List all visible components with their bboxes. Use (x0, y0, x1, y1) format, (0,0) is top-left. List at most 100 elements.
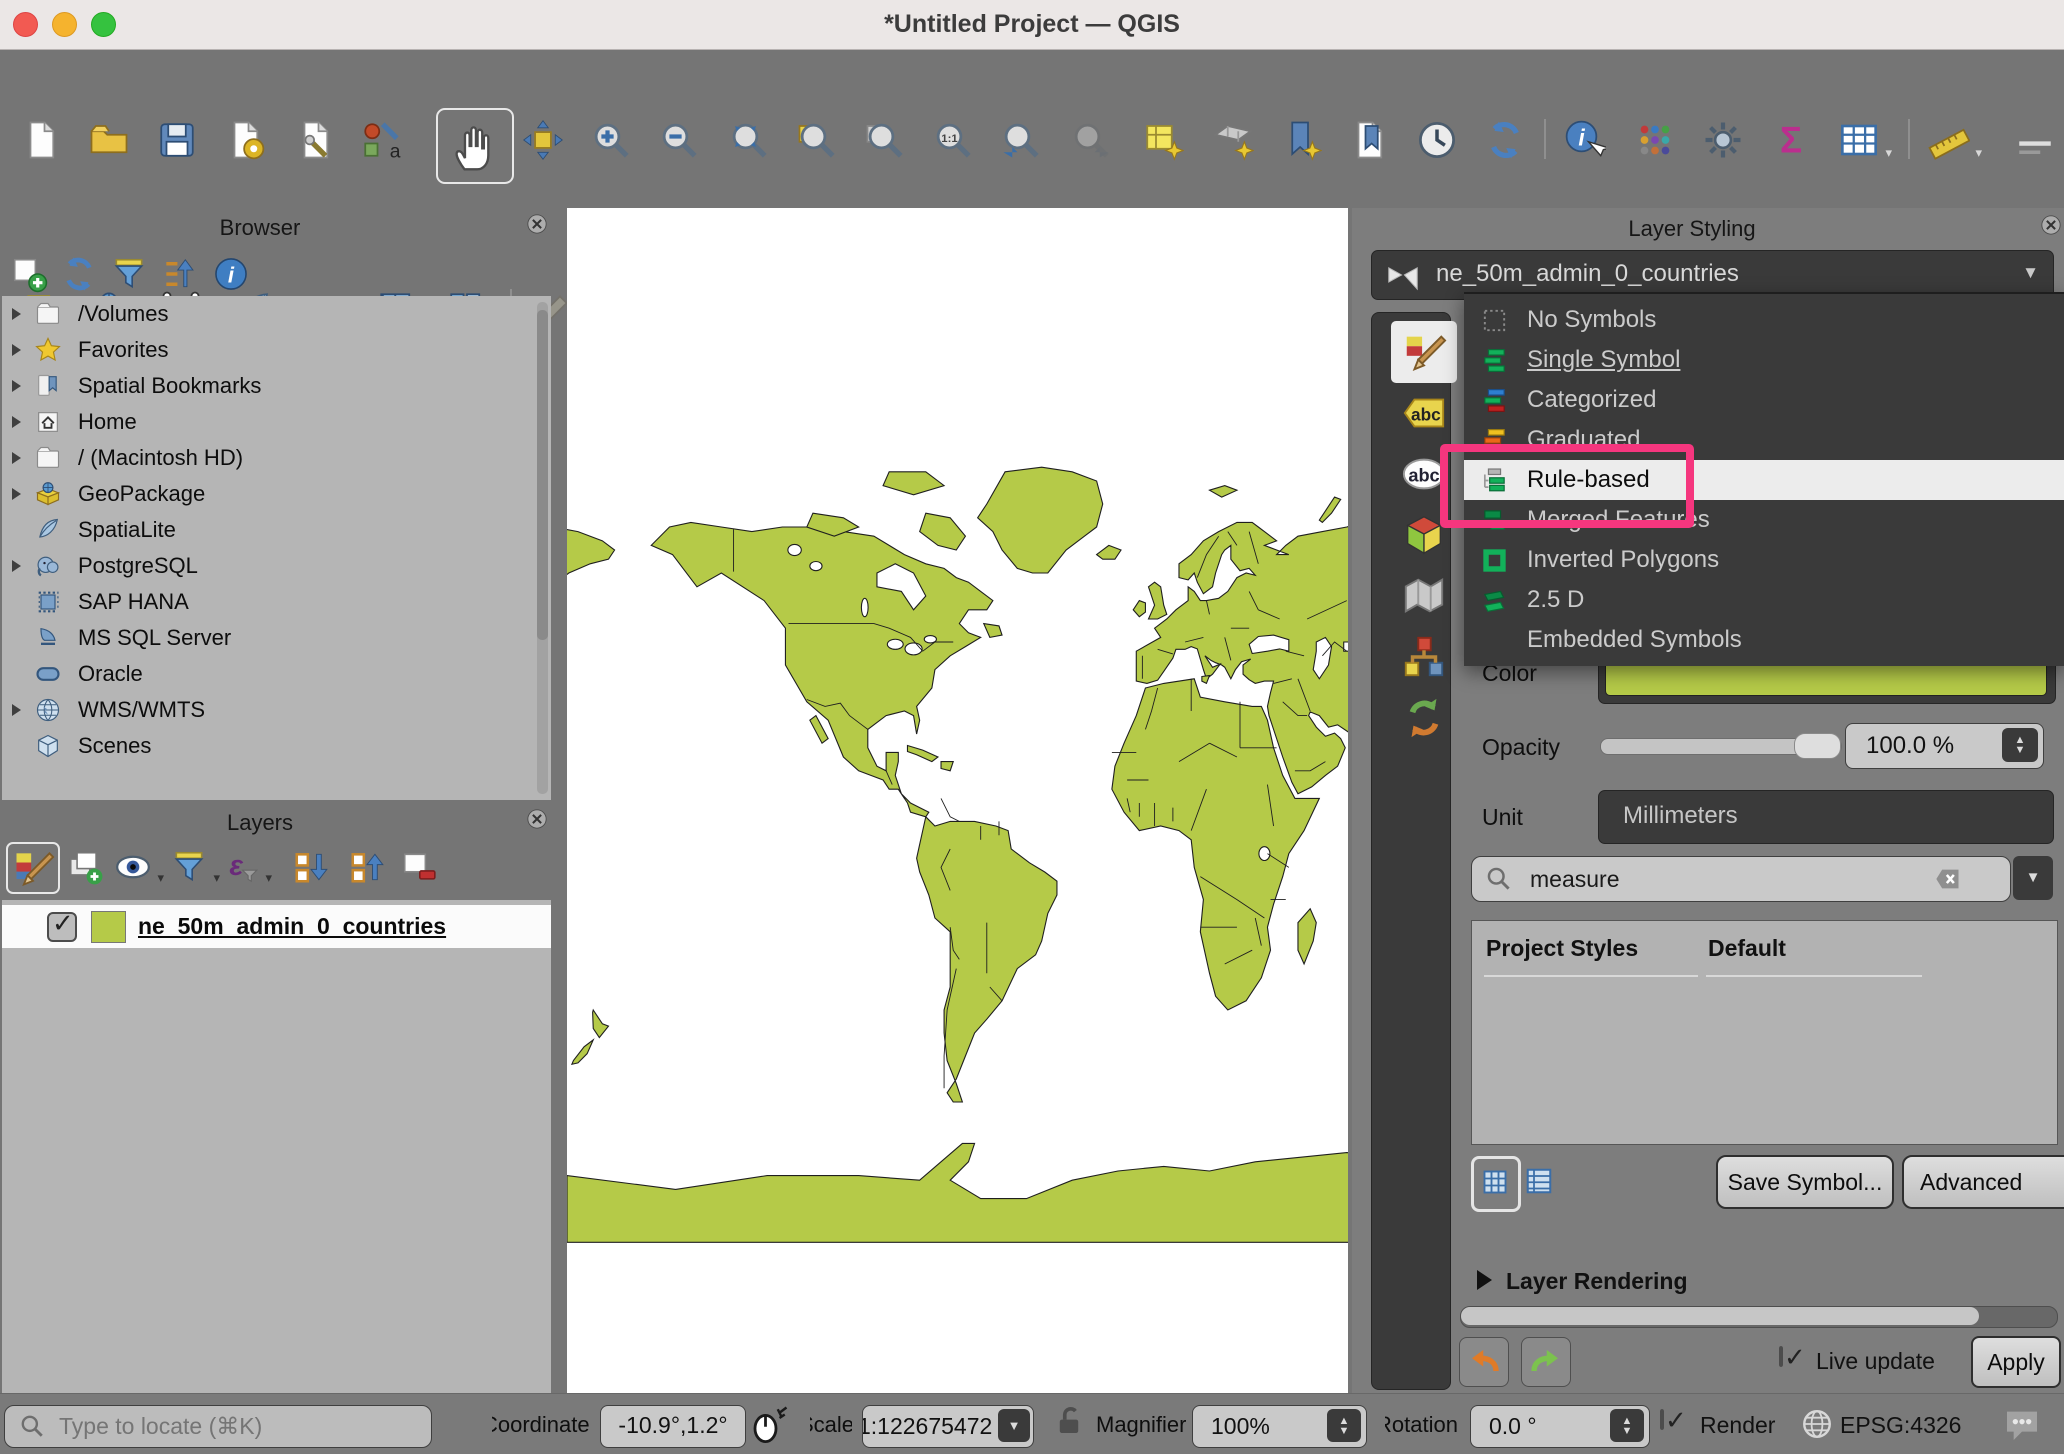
scale-dropdown-icon[interactable]: ▼ (998, 1409, 1030, 1442)
browser-add-layer-plus-icon[interactable] (8, 253, 50, 295)
expand-arrow-icon[interactable] (12, 380, 34, 392)
browser-funnel-icon[interactable] (108, 253, 150, 295)
layers-add-group-icon[interactable] (64, 846, 106, 888)
layer-styling-close-icon[interactable] (2040, 214, 2062, 236)
styling-hscrollbar[interactable] (1460, 1306, 2058, 1328)
menu-item-single-symbol[interactable]: Single Symbol (1464, 340, 2064, 380)
style-redo-button[interactable] (1521, 1337, 1571, 1387)
browser-item-wms-wmts[interactable]: WMS/WMTS (2, 692, 551, 728)
tab-map-icon[interactable] (1391, 565, 1457, 627)
messages-icon[interactable] (2002, 1405, 2042, 1445)
apply-button[interactable]: Apply (1971, 1336, 2061, 1388)
sym-cat-icon (1480, 386, 1509, 415)
search-dropdown-button[interactable]: ▼ (2013, 856, 2053, 900)
browser-item-scenes[interactable]: Scenes (2, 728, 551, 764)
clear-search-icon[interactable] (1934, 865, 1962, 893)
opacity-slider-handle[interactable] (1794, 733, 1841, 759)
styling-hscrollbar-thumb[interactable] (1461, 1307, 1979, 1325)
scale-combo[interactable]: 1:122675472 ▼ (862, 1405, 1034, 1448)
locator-input[interactable] (57, 1410, 421, 1442)
layer-rendering-expand-icon[interactable] (1477, 1270, 1492, 1290)
expand-arrow-icon[interactable] (12, 344, 34, 356)
expand-arrow-icon[interactable] (12, 416, 34, 428)
browser-scrollbar[interactable] (537, 302, 548, 794)
symbol-search-box[interactable] (1471, 856, 2011, 902)
tab-brush-icon[interactable] (1391, 321, 1457, 383)
menu-item-categorized[interactable]: Categorized (1464, 380, 2064, 420)
menu-item-inverted-polygons[interactable]: Inverted Polygons (1464, 540, 2064, 580)
expand-arrow-icon[interactable] (12, 704, 34, 716)
styles-col-project[interactable]: Project Styles (1486, 935, 1638, 962)
menu-item-2-5-d[interactable]: 2.5 D (1464, 580, 2064, 620)
locator-box[interactable] (4, 1405, 432, 1448)
render-checkbox[interactable]: ✓ (1660, 1409, 1664, 1430)
magnifier-label: Magnifier (1096, 1412, 1186, 1437)
lock-scale-icon[interactable] (1052, 1404, 1086, 1446)
unit-label: Unit (1482, 804, 1523, 831)
crs-globe-icon[interactable] (1799, 1406, 1835, 1442)
rotation-spinbox[interactable]: 0.0 ° ▲▼ (1470, 1405, 1650, 1448)
symbol-search-input[interactable] (1528, 862, 1912, 896)
expand-arrow-icon[interactable] (12, 488, 34, 500)
extent-tracking-icon[interactable] (748, 1404, 790, 1446)
browser-item-spatial-bookmarks[interactable]: Spatial Bookmarks (2, 368, 551, 404)
opacity-spinbox[interactable]: 100.0 % ▲▼ (1845, 723, 2044, 769)
browser-item-label: SAP HANA (78, 589, 189, 615)
browser-item-ms-sql-server[interactable]: MS SQL Server (2, 620, 551, 656)
expand-arrow-icon[interactable] (12, 560, 34, 572)
unit-combo[interactable]: Millimeters (1598, 790, 2054, 844)
browser-item-sap-hana[interactable]: SAP HANA (2, 584, 551, 620)
rotation-stepper[interactable]: ▲▼ (1610, 1409, 1644, 1442)
tab-history-icon[interactable] (1391, 687, 1457, 749)
map-canvas[interactable] (567, 208, 1348, 1393)
styles-list[interactable]: Project Styles Default (1471, 920, 2058, 1145)
opacity-stepper[interactable]: ▲▼ (2002, 728, 2038, 762)
browser-collapse-tree-icon[interactable] (158, 253, 200, 295)
browser-item-oracle[interactable]: Oracle (2, 656, 551, 692)
chevron-down-icon: ▼ (2022, 263, 2039, 283)
layers-eye-icon[interactable]: ▾ (112, 846, 154, 888)
browser-item-favorites[interactable]: Favorites (2, 332, 551, 368)
browser-item--macintosh-hd-[interactable]: / (Macintosh HD) (2, 440, 551, 476)
layers-funnel-icon[interactable]: ▾ (168, 846, 210, 888)
tree-folder-icon (34, 300, 66, 328)
crs-label[interactable]: EPSG:4326 (1840, 1412, 1961, 1439)
menu-item-no-symbols[interactable]: No Symbols (1464, 300, 2064, 340)
tab-brush-tree-icon[interactable] (1391, 626, 1457, 688)
layers-style-brush-icon[interactable] (6, 842, 60, 894)
layers-move-up-icon[interactable] (346, 846, 388, 888)
layers-epsilon-icon[interactable]: ε▾ (220, 846, 262, 888)
browser-item-geopackage[interactable]: GeoPackage (2, 476, 551, 512)
coordinate-box[interactable]: -10.9°,1.2° (600, 1405, 746, 1448)
browser-item-label: WMS/WMTS (78, 697, 205, 723)
browser-item--volumes[interactable]: /Volumes (2, 296, 551, 332)
expand-arrow-icon[interactable] (12, 308, 34, 320)
style-undo-button[interactable] (1459, 1337, 1509, 1387)
menu-item-embedded-symbols[interactable]: Embedded Symbols (1464, 620, 2064, 660)
magnifier-stepper[interactable]: ▲▼ (1327, 1409, 1361, 1442)
layer-row[interactable]: ✓ ne_50m_admin_0_countries (2, 905, 551, 948)
grid-view-button[interactable] (1471, 1156, 1521, 1212)
browser-item-spatialite[interactable]: SpatiaLite (2, 512, 551, 548)
browser-item-postgresql[interactable]: PostgreSQL (2, 548, 551, 584)
styles-col-default[interactable]: Default (1708, 935, 1786, 962)
layer-visibility-checkbox[interactable]: ✓ (47, 912, 77, 942)
browser-item-home[interactable]: Home (2, 404, 551, 440)
browser-close-icon[interactable] (526, 213, 548, 235)
layers-move-down-icon[interactable] (290, 846, 332, 888)
layers-remove-layer-icon[interactable] (398, 846, 440, 888)
tab-label-yellow-icon[interactable]: abc (1391, 382, 1457, 444)
browser-info-circle-icon[interactable]: i (210, 253, 252, 295)
list-view-icon[interactable] (1524, 1166, 1554, 1198)
magnifier-spinbox[interactable]: 100% ▲▼ (1192, 1405, 1367, 1448)
layer-name[interactable]: ne_50m_admin_0_countries (138, 913, 446, 940)
save-symbol-button[interactable]: Save Symbol... (1716, 1155, 1894, 1209)
locator-search-icon (19, 1413, 45, 1439)
layer-color-swatch[interactable] (91, 911, 126, 943)
layer-rendering-label[interactable]: Layer Rendering (1506, 1268, 1688, 1295)
expand-arrow-icon[interactable] (12, 452, 34, 464)
layers-close-icon[interactable] (526, 808, 548, 830)
advanced-button[interactable]: Advanced (1902, 1155, 2064, 1209)
browser-refresh-icon[interactable] (58, 253, 100, 295)
live-update-checkbox[interactable]: ✓ (1779, 1346, 1783, 1367)
